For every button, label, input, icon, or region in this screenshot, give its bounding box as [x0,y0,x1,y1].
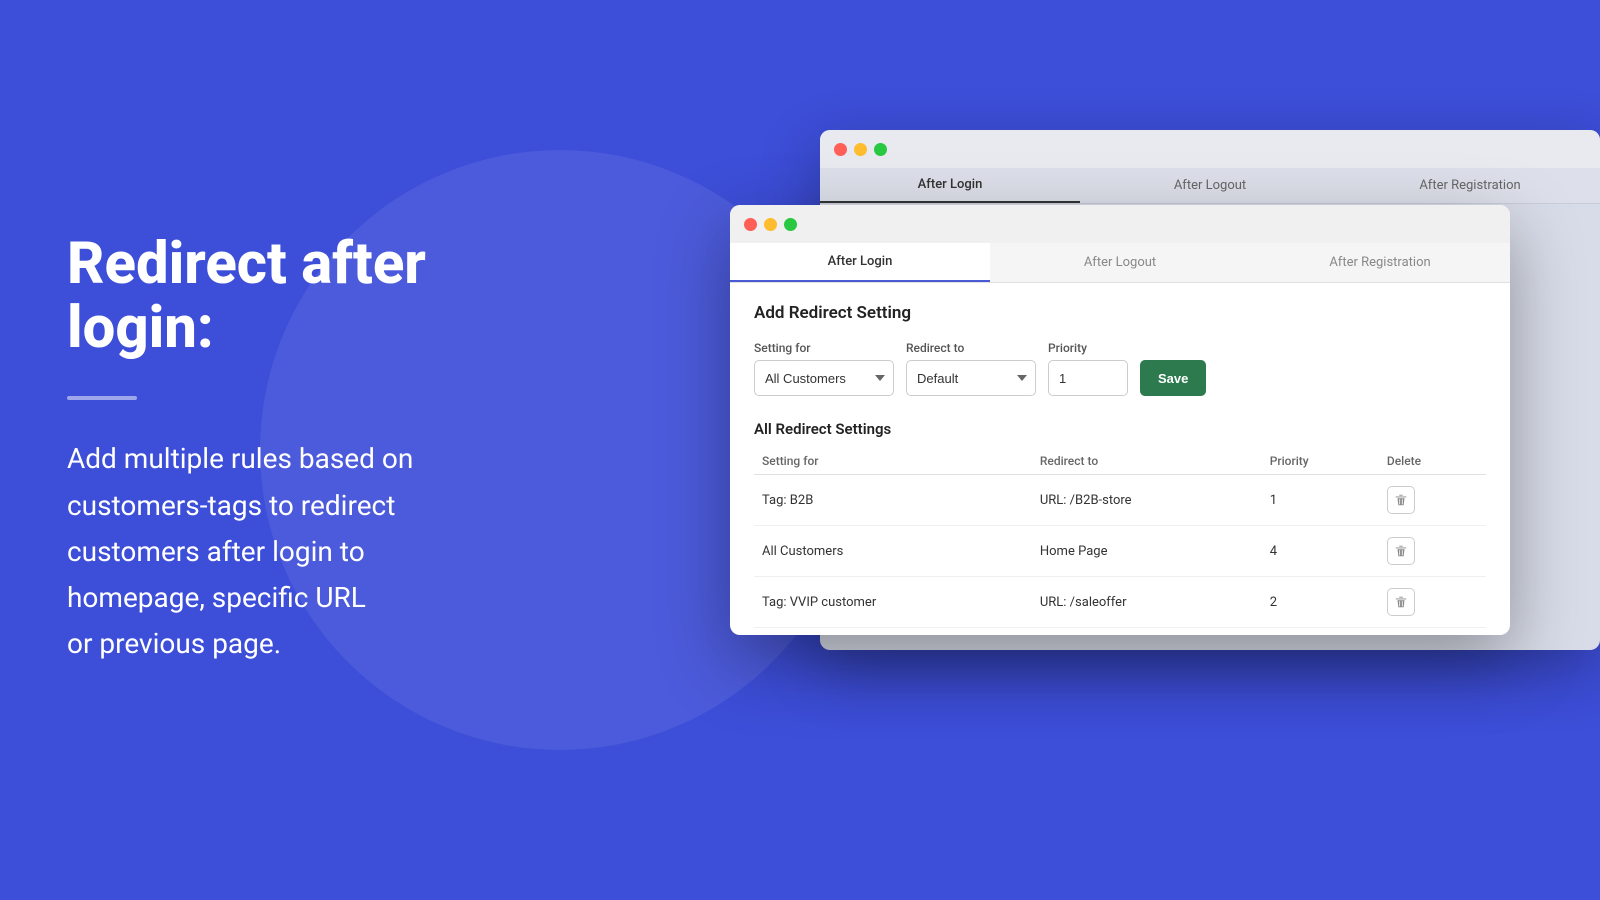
browser-back-tabbar: After Login After Logout After Registrat… [820,168,1600,204]
row1-delete-button[interactable] [1387,486,1415,514]
settings-table-head: Setting for Redirect to Priority Delete [754,448,1486,475]
trash-icon [1394,493,1408,507]
row1-redirect-to: URL: /B2B-store [1032,475,1262,526]
add-section-title: Add Redirect Setting [754,303,1486,323]
description-text: Add multiple rules based on customers-ta… [67,436,577,667]
col-delete: Delete [1379,448,1486,475]
row1-delete-cell [1379,475,1486,526]
col-setting-for: Setting for [754,448,1032,475]
tab-after-login-back[interactable]: After Login [820,168,1080,203]
settings-table-body: Tag: B2B URL: /B2B-store 1 All Cu [754,475,1486,628]
settings-table: Setting for Redirect to Priority Delete … [754,448,1486,628]
row2-setting-for: All Customers [754,526,1032,577]
all-settings-title: All Redirect Settings [754,420,1486,438]
redirect-to-label: Redirect to [906,341,1036,355]
dot-green-front [784,218,797,231]
setting-for-group: Setting for All Customers [754,341,894,396]
dot-red-back [834,143,847,156]
tab-after-login-front[interactable]: After Login [730,243,990,282]
redirect-to-group: Redirect to Default [906,341,1036,396]
left-panel: Redirect after login: Add multiple rules… [57,0,577,900]
dot-green-back [874,143,887,156]
row3-priority: 2 [1262,577,1379,628]
col-priority: Priority [1262,448,1379,475]
save-button[interactable]: Save [1140,360,1206,396]
row3-delete-button[interactable] [1387,588,1415,616]
dot-yellow-front [764,218,777,231]
row2-priority: 4 [1262,526,1379,577]
dot-red-front [744,218,757,231]
browser-front-titlebar [730,205,1510,243]
row1-priority: 1 [1262,475,1379,526]
table-row: Tag: VVIP customer URL: /saleoffer 2 [754,577,1486,628]
table-row: All Customers Home Page 4 [754,526,1486,577]
priority-group: Priority [1048,341,1128,396]
row1-setting-for: Tag: B2B [754,475,1032,526]
browser-content: Add Redirect Setting Setting for All Cus… [730,283,1510,648]
col-redirect-to: Redirect to [1032,448,1262,475]
tab-after-logout-back[interactable]: After Logout [1080,168,1340,203]
right-panel: After Login After Logout After Registrat… [700,0,1600,900]
row3-setting-for: Tag: VVIP customer [754,577,1032,628]
row2-delete-button[interactable] [1387,537,1415,565]
redirect-to-select[interactable]: Default [906,360,1036,396]
dot-yellow-back [854,143,867,156]
row3-delete-cell [1379,577,1486,628]
tab-after-logout-front[interactable]: After Logout [990,243,1250,282]
divider [67,396,137,400]
browser-back-titlebar [820,130,1600,168]
tab-after-registration-front[interactable]: After Registration [1250,243,1510,282]
priority-input[interactable] [1048,360,1128,396]
setting-for-label: Setting for [754,341,894,355]
row3-redirect-to: URL: /saleoffer [1032,577,1262,628]
trash-icon [1394,595,1408,609]
priority-label: Priority [1048,341,1128,355]
row2-delete-cell [1379,526,1486,577]
table-row: Tag: B2B URL: /B2B-store 1 [754,475,1486,526]
add-form-row: Setting for All Customers Redirect to De… [754,341,1486,396]
browser-front: After Login After Logout After Registrat… [730,205,1510,635]
trash-icon [1394,544,1408,558]
tab-after-registration-back[interactable]: After Registration [1340,168,1600,203]
main-heading: Redirect after login: [67,233,577,361]
setting-for-select[interactable]: All Customers [754,360,894,396]
browser-front-tabbar: After Login After Logout After Registrat… [730,243,1510,283]
row2-redirect-to: Home Page [1032,526,1262,577]
